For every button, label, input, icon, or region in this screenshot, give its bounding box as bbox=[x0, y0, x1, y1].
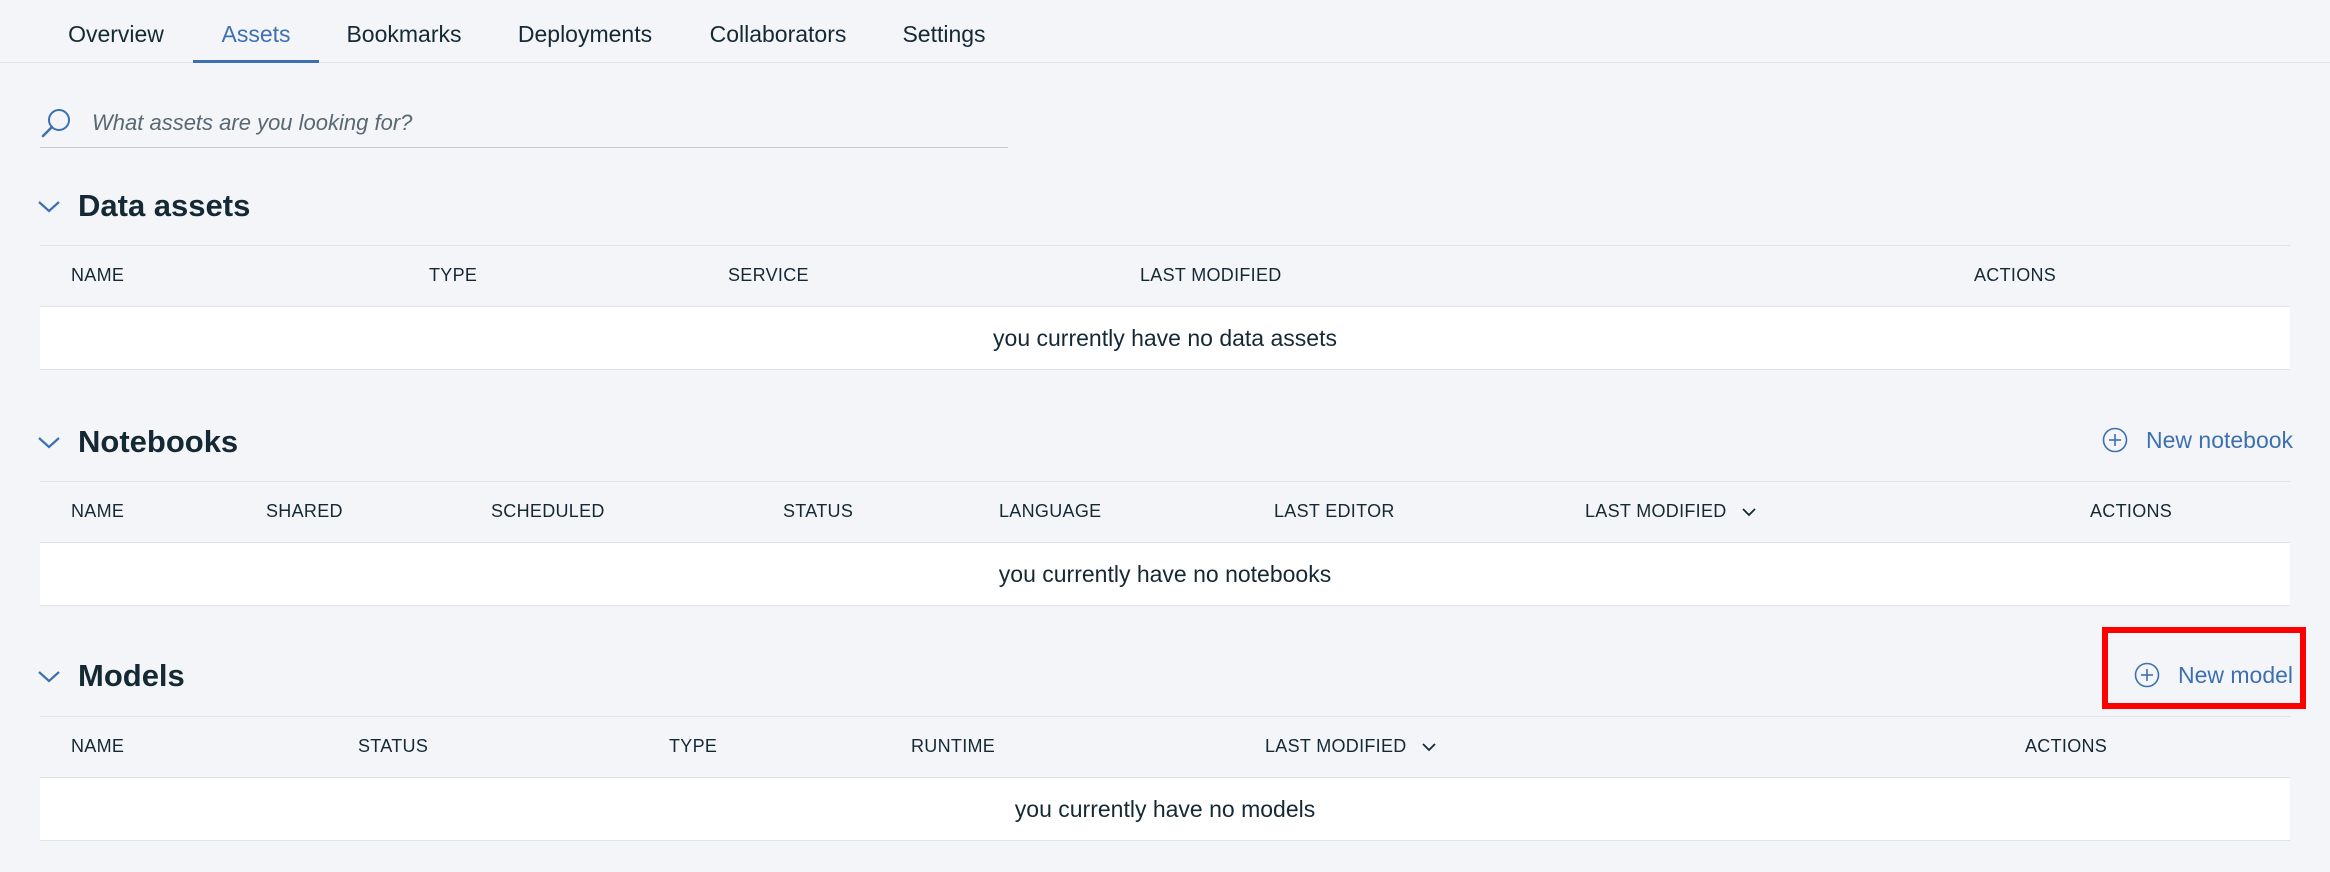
column-header-type[interactable]: TYPE bbox=[669, 717, 717, 775]
column-header-last-modified[interactable]: LAST MODIFIED bbox=[1585, 482, 1756, 540]
column-header-name[interactable]: NAME bbox=[71, 482, 124, 540]
column-header-shared[interactable]: SHARED bbox=[266, 482, 343, 540]
data-assets-header[interactable]: Data assets bbox=[36, 186, 250, 226]
tab-assets[interactable]: Assets bbox=[193, 0, 319, 63]
tab-collaborators[interactable]: Collaborators bbox=[694, 0, 862, 60]
asset-search bbox=[40, 102, 1008, 148]
models-header[interactable]: Models bbox=[36, 656, 185, 696]
column-header-label: LAST MODIFIED bbox=[1265, 736, 1407, 756]
empty-message: you currently have no data assets bbox=[993, 325, 1337, 351]
section-title: Notebooks bbox=[78, 424, 239, 459]
tab-overview[interactable]: Overview bbox=[48, 0, 184, 60]
new-notebook-button[interactable]: New notebook bbox=[2102, 420, 2293, 460]
search-input[interactable] bbox=[90, 102, 994, 144]
models-table-header: NAME STATUS TYPE RUNTIME LAST MODIFIED A… bbox=[40, 716, 2290, 775]
search-icon bbox=[41, 109, 70, 138]
section-title: Models bbox=[78, 658, 185, 693]
highlight-annotation bbox=[2102, 627, 2306, 709]
column-header-actions: ACTIONS bbox=[2025, 736, 2108, 756]
notebooks-table-header: NAME SHARED SCHEDULED STATUS LANGUAGE LA… bbox=[40, 481, 2290, 540]
tab-bar: Overview Assets Bookmarks Deployments Co… bbox=[0, 0, 2330, 63]
new-notebook-label: New notebook bbox=[2146, 426, 2294, 453]
column-header-last-modified[interactable]: LAST MODIFIED bbox=[1265, 717, 1436, 775]
section-title: Data assets bbox=[78, 188, 251, 223]
tab-deployments[interactable]: Deployments bbox=[508, 0, 662, 60]
notebooks-empty-row: you currently have no notebooks bbox=[40, 542, 2290, 606]
column-header-last-modified[interactable]: LAST MODIFIED bbox=[1140, 246, 1282, 304]
column-header-scheduled[interactable]: SCHEDULED bbox=[491, 482, 605, 540]
data-assets-table-header: NAME TYPE SERVICE LAST MODIFIED ACTIONS bbox=[40, 245, 2290, 304]
chevron-down-icon[interactable] bbox=[36, 666, 62, 686]
empty-message: you currently have no notebooks bbox=[998, 561, 1332, 587]
column-header-name[interactable]: NAME bbox=[71, 246, 124, 304]
column-header-actions: ACTIONS bbox=[2090, 501, 2173, 521]
chevron-down-icon[interactable] bbox=[1422, 742, 1436, 752]
chevron-down-icon[interactable] bbox=[36, 196, 62, 216]
chevron-down-icon[interactable] bbox=[1742, 507, 1756, 517]
column-header-service[interactable]: SERVICE bbox=[728, 246, 809, 304]
column-header-status[interactable]: STATUS bbox=[358, 717, 428, 775]
column-header-name[interactable]: NAME bbox=[71, 717, 124, 775]
data-assets-empty-row: you currently have no data assets bbox=[40, 306, 2290, 370]
notebooks-header[interactable]: Notebooks bbox=[36, 422, 238, 462]
chevron-down-icon[interactable] bbox=[36, 432, 62, 452]
empty-message: you currently have no models bbox=[1014, 796, 1316, 822]
column-header-status[interactable]: STATUS bbox=[783, 482, 853, 540]
column-header-type[interactable]: TYPE bbox=[429, 246, 477, 304]
tab-settings[interactable]: Settings bbox=[896, 0, 992, 60]
tab-bookmarks[interactable]: Bookmarks bbox=[334, 0, 474, 60]
column-header-last-editor[interactable]: LAST EDITOR bbox=[1274, 482, 1395, 540]
column-header-actions: ACTIONS bbox=[1974, 265, 2057, 285]
column-header-runtime[interactable]: RUNTIME bbox=[911, 717, 995, 775]
add-circle-icon bbox=[2102, 427, 2128, 453]
column-header-label: LAST MODIFIED bbox=[1585, 501, 1727, 521]
models-empty-row: you currently have no models bbox=[40, 777, 2290, 841]
column-header-language[interactable]: LANGUAGE bbox=[999, 482, 1101, 540]
